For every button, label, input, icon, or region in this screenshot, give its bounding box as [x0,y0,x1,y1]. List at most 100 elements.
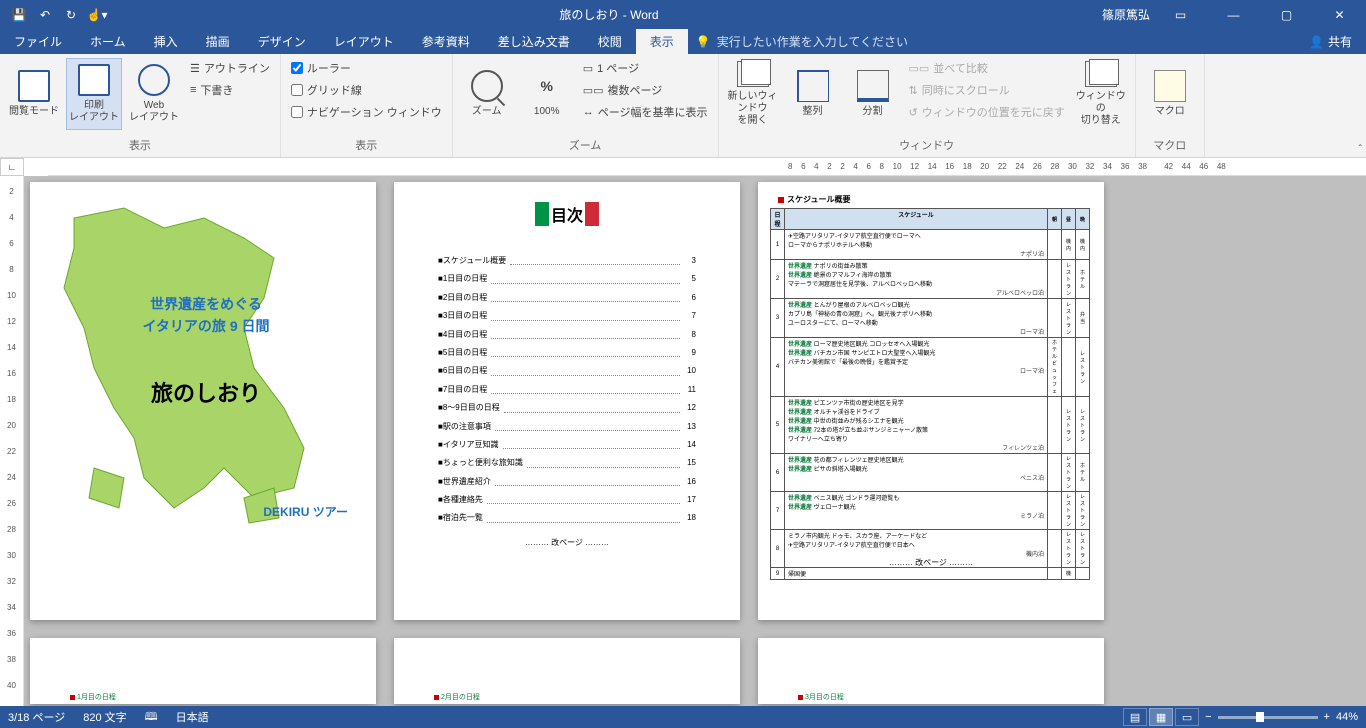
tab-selector[interactable]: ∟ [0,158,24,176]
multi-page-button[interactable]: ▭▭複数ページ [583,82,708,98]
touch-mode-icon[interactable]: ☝▾ [86,4,108,26]
toc-item: ■世界遺産紹介16 [438,473,696,491]
page-width-icon: ↔ [583,106,594,118]
lightbulb-icon: 💡 [696,35,711,49]
toc-item: ■宿泊先一覧18 [438,509,696,527]
title-bar: 💾 ↶ ↻ ☝▾ 旅のしおり - Word 篠原篤弘 ▭ ― ▢ ✕ [0,0,1366,29]
toc-title: 目次 [535,202,599,226]
zoom-100-button[interactable]: %100% [519,58,575,130]
cover-subtitle-2: イタリアの旅 9 日間 [116,316,296,336]
user-name[interactable]: 篠原篤弘 [1102,6,1150,23]
close-icon[interactable]: ✕ [1317,0,1362,29]
print-layout-button[interactable]: 印刷 レイアウト [66,58,122,130]
print-layout-view-icon[interactable]: ▦ [1149,708,1173,726]
macros-button[interactable]: マクロ [1142,58,1198,130]
arrange-all-button[interactable]: 整列 [785,58,841,130]
toc-item: ■4日目の日程8 [438,326,696,344]
switch-windows-button[interactable]: ウィンドウの 切り替え [1073,58,1129,130]
page-2-toc[interactable]: 目次 ■スケジュール概要3■1日目の日程5■2日目の日程6■3日目の日程7■4日… [394,182,740,620]
ribbon: 閲覧モード 印刷 レイアウト Web レイアウト ☰アウトライン ≡下書き 表示… [0,54,1366,158]
toc-item: ■スケジュール概要3 [438,252,696,270]
side-by-side-icon: ▭▭ [909,62,930,75]
zoom-in-button[interactable]: + [1324,711,1330,723]
cover-brand: DEKIRU ツアー [263,503,348,520]
tell-me-search[interactable]: 💡 実行したい作業を入力してください [688,29,1295,54]
view-side-by-side-button[interactable]: ▭▭並べて比較 [909,60,1065,76]
quick-access-toolbar: 💾 ↶ ↻ ☝▾ [0,4,116,26]
ribbon-options-icon[interactable]: ▭ [1158,0,1203,29]
share-button[interactable]: 👤 共有 [1295,29,1366,54]
read-mode-view-icon[interactable]: ▤ [1123,708,1147,726]
multi-page-icon: ▭▭ [583,84,604,97]
tab-review[interactable]: 校閲 [584,29,636,54]
italy-flag-red [585,202,599,226]
ruler-checkbox[interactable]: ルーラー [291,60,442,76]
toc-item: ■イタリア豆知識14 [438,436,696,454]
one-page-icon: ▭ [583,62,593,75]
split-button[interactable]: 分割 [845,58,901,130]
page-3-schedule[interactable]: スケジュール概要 日程スケジュール朝昼晩1✈空路アリタリア-イタリア航空直行便で… [758,182,1104,620]
new-window-button[interactable]: 新しいウィンドウ を開く [725,58,781,130]
collapse-ribbon-icon[interactable]: ˆ [1359,144,1362,155]
page-4[interactable]: 1月目の日程 [30,638,376,704]
tab-mailings[interactable]: 差し込み文書 [484,29,584,54]
tab-design[interactable]: デザイン [244,29,320,54]
language-indicator[interactable]: 日本語 [176,709,209,725]
tab-references[interactable]: 参考資料 [408,29,484,54]
toc-item: ■各種連絡先17 [438,491,696,509]
toc-item: ■5日目の日程9 [438,344,696,362]
gridlines-checkbox[interactable]: グリッド線 [291,82,442,98]
page-6[interactable]: 3月目の日程 [758,638,1104,704]
save-icon[interactable]: 💾 [8,4,30,26]
zoom-out-button[interactable]: − [1205,711,1211,723]
toc-item: ■8～9日目の日程12 [438,399,696,417]
toc-item: ■7日目の日程11 [438,381,696,399]
minimize-icon[interactable]: ― [1211,0,1256,29]
navigation-pane-checkbox[interactable]: ナビゲーション ウィンドウ [291,104,442,120]
spellcheck-icon[interactable]: 🕮 [145,708,158,727]
zoom-slider[interactable] [1218,716,1318,719]
reset-window-button: ↺ウィンドウの位置を元に戻す [909,104,1065,120]
tab-home[interactable]: ホーム [76,29,140,54]
page-width-button[interactable]: ↔ページ幅を基準に表示 [583,104,708,120]
word-count[interactable]: 820 文字 [83,709,126,725]
ribbon-tabs: ファイル ホーム 挿入 描画 デザイン レイアウト 参考資料 差し込み文書 校閲… [0,29,1366,54]
toc-item: ■ちょっと便利な旅知識15 [438,454,696,472]
horizontal-ruler[interactable]: 8642246810121416182022242628303234363842… [48,158,1366,176]
tab-layout[interactable]: レイアウト [320,29,408,54]
tab-insert[interactable]: 挿入 [140,29,192,54]
page-5[interactable]: 2月目の日程 [394,638,740,704]
zoom-level[interactable]: 44% [1336,711,1358,723]
italy-flag-green [535,202,549,226]
draft-button[interactable]: ≡下書き [190,82,270,98]
toc-item: ■2日目の日程6 [438,289,696,307]
one-page-button[interactable]: ▭1 ページ [583,60,708,76]
cover-title: 旅のしおり [116,376,296,408]
cover-subtitle-1: 世界遺産をめぐる [116,294,296,314]
web-layout-view-icon[interactable]: ▭ [1175,708,1199,726]
toc-item: ■1日目の日程5 [438,270,696,288]
page-indicator[interactable]: 3/18 ページ [8,709,65,725]
document-area[interactable]: 246810121416182022242628303234363840 世界遺… [0,176,1366,706]
toc-list: ■スケジュール概要3■1日目の日程5■2日目の日程6■3日目の日程7■4日目の日… [438,252,696,552]
reset-window-icon: ↺ [909,106,918,119]
italy-map-image [44,188,354,538]
vertical-ruler[interactable]: 246810121416182022242628303234363840 [0,176,24,706]
page-1-cover[interactable]: 世界遺産をめぐる イタリアの旅 9 日間 旅のしおり DEKIRU ツアー [30,182,376,620]
maximize-icon[interactable]: ▢ [1264,0,1309,29]
tab-view[interactable]: 表示 [636,29,688,54]
toc-item: ■6日目の日程10 [438,362,696,380]
outline-icon: ☰ [190,62,200,75]
toc-item: ■駅の注意事項13 [438,418,696,436]
outline-button[interactable]: ☰アウトライン [190,60,270,76]
tab-file[interactable]: ファイル [0,29,76,54]
zoom-button[interactable]: ズーム [459,58,515,130]
read-mode-button[interactable]: 閲覧モード [6,58,62,130]
schedule-table: 日程スケジュール朝昼晩1✈空路アリタリア-イタリア航空直行便でローマへローマから… [770,208,1090,580]
document-title: 旅のしおり - Word [116,6,1102,23]
undo-icon[interactable]: ↶ [34,4,56,26]
redo-icon[interactable]: ↻ [60,4,82,26]
web-layout-button[interactable]: Web レイアウト [126,58,182,130]
toc-item: ■3日目の日程7 [438,307,696,325]
tab-draw[interactable]: 描画 [192,29,244,54]
